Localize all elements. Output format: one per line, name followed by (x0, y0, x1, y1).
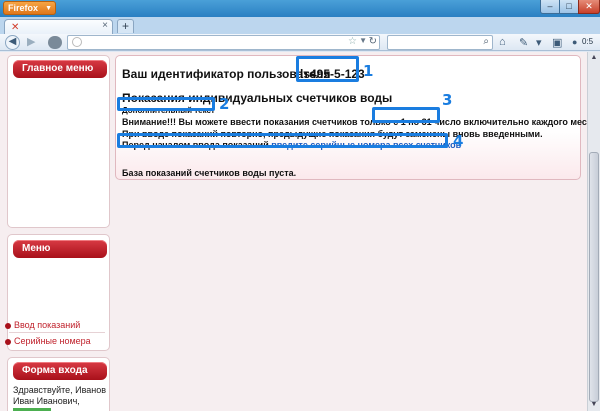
back-button[interactable]: ◀ (5, 35, 20, 50)
annotation-box-2 (117, 97, 215, 111)
tab-strip: ✕ × + (0, 17, 600, 34)
warning-text: Внимание!!! Вы можете ввести показания с… (122, 117, 587, 127)
firefox-menu-label: Firefox (8, 3, 39, 13)
sidebar-item-label: Серийные номера (14, 336, 91, 346)
annotation-box-3 (372, 107, 440, 123)
sidebar-item-serial-numbers[interactable]: Серийные номера (5, 336, 91, 346)
tab-close-icon[interactable]: × (102, 20, 108, 31)
bookmark-star-icon[interactable]: ☆ (348, 36, 357, 47)
forward-button[interactable]: ▶ (27, 35, 35, 48)
greeting-text: Здравствуйте, Иванов Иван Иванович, (13, 385, 107, 406)
user-menu-header[interactable]: Меню пользователя (13, 240, 107, 272)
login-form-header[interactable]: Форма входа (13, 362, 107, 380)
page-viewport: Главное меню Меню пользователя Ввод пока… (0, 52, 587, 411)
url-bar[interactable]: ☆ ▼ ↻ (67, 35, 380, 50)
annotation-number-1: 1 (363, 62, 374, 80)
annotation-box-1 (296, 56, 359, 82)
reload-icon[interactable]: ↻ (369, 36, 377, 47)
bullet-icon (5, 338, 11, 345)
login-module: Форма входа Здравствуйте, Иванов Иван Ив… (7, 357, 110, 411)
addon-counter: 0:5 (582, 37, 594, 46)
firefox-menu-button[interactable]: Firefox ▼ (3, 1, 56, 15)
scroll-thumb[interactable] (589, 152, 599, 402)
sidebar-item-input-readings[interactable]: Ввод показаний (5, 320, 80, 330)
new-tab-button[interactable]: + (117, 19, 134, 33)
annotation-number-3: 3 (442, 91, 453, 109)
addon-icon[interactable]: ▣ (552, 36, 562, 49)
main-menu-module: Главное меню (7, 55, 110, 228)
search-bar[interactable]: ⌕ (387, 35, 493, 50)
vertical-scrollbar[interactable]: ▲ ▼ (587, 52, 600, 411)
annotation-box-4 (117, 133, 448, 148)
sidebar-item-label: Ввод показаний (14, 320, 81, 330)
bullet-icon (5, 322, 11, 329)
navigation-toolbar: ◀ ▶ ☆ ▼ ↻ ⌕ ⌂ ✎ ▾ ▣ ● 0:5 (0, 34, 600, 51)
browser-tab[interactable]: ✕ × (4, 19, 113, 34)
scroll-up-icon[interactable]: ▲ (588, 52, 600, 64)
home-icon[interactable]: ⌂ (499, 36, 506, 48)
close-window-button[interactable]: ✕ (578, 0, 600, 14)
identity-icon[interactable] (48, 36, 62, 49)
site-identity-icon (72, 37, 82, 47)
tools-icon[interactable]: ▾ (536, 36, 542, 49)
dropdown-arrow-icon: ▼ (45, 5, 52, 12)
minimize-button[interactable]: – (540, 0, 560, 14)
user-menu-module: Меню пользователя (7, 234, 110, 351)
bookmarks-icon[interactable]: ✎ (519, 36, 528, 49)
divider (9, 332, 105, 333)
annotation-number-2: 2 (219, 95, 230, 113)
maximize-button[interactable]: □ (559, 0, 579, 14)
scroll-down-icon[interactable]: ▼ (588, 399, 600, 411)
search-icon[interactable]: ⌕ (483, 36, 489, 47)
window-titlebar: Firefox ▼ – □ ✕ (0, 0, 600, 17)
empty-database-message: База показаний счетчиков воды пуста. (122, 168, 297, 178)
annotation-number-4: 4 (453, 132, 464, 150)
addon-status-icon[interactable]: ● (572, 37, 577, 47)
main-menu-header[interactable]: Главное меню (13, 60, 107, 78)
site-favicon-icon: ✕ (11, 22, 20, 33)
history-dropdown-icon[interactable]: ▼ (359, 36, 367, 45)
